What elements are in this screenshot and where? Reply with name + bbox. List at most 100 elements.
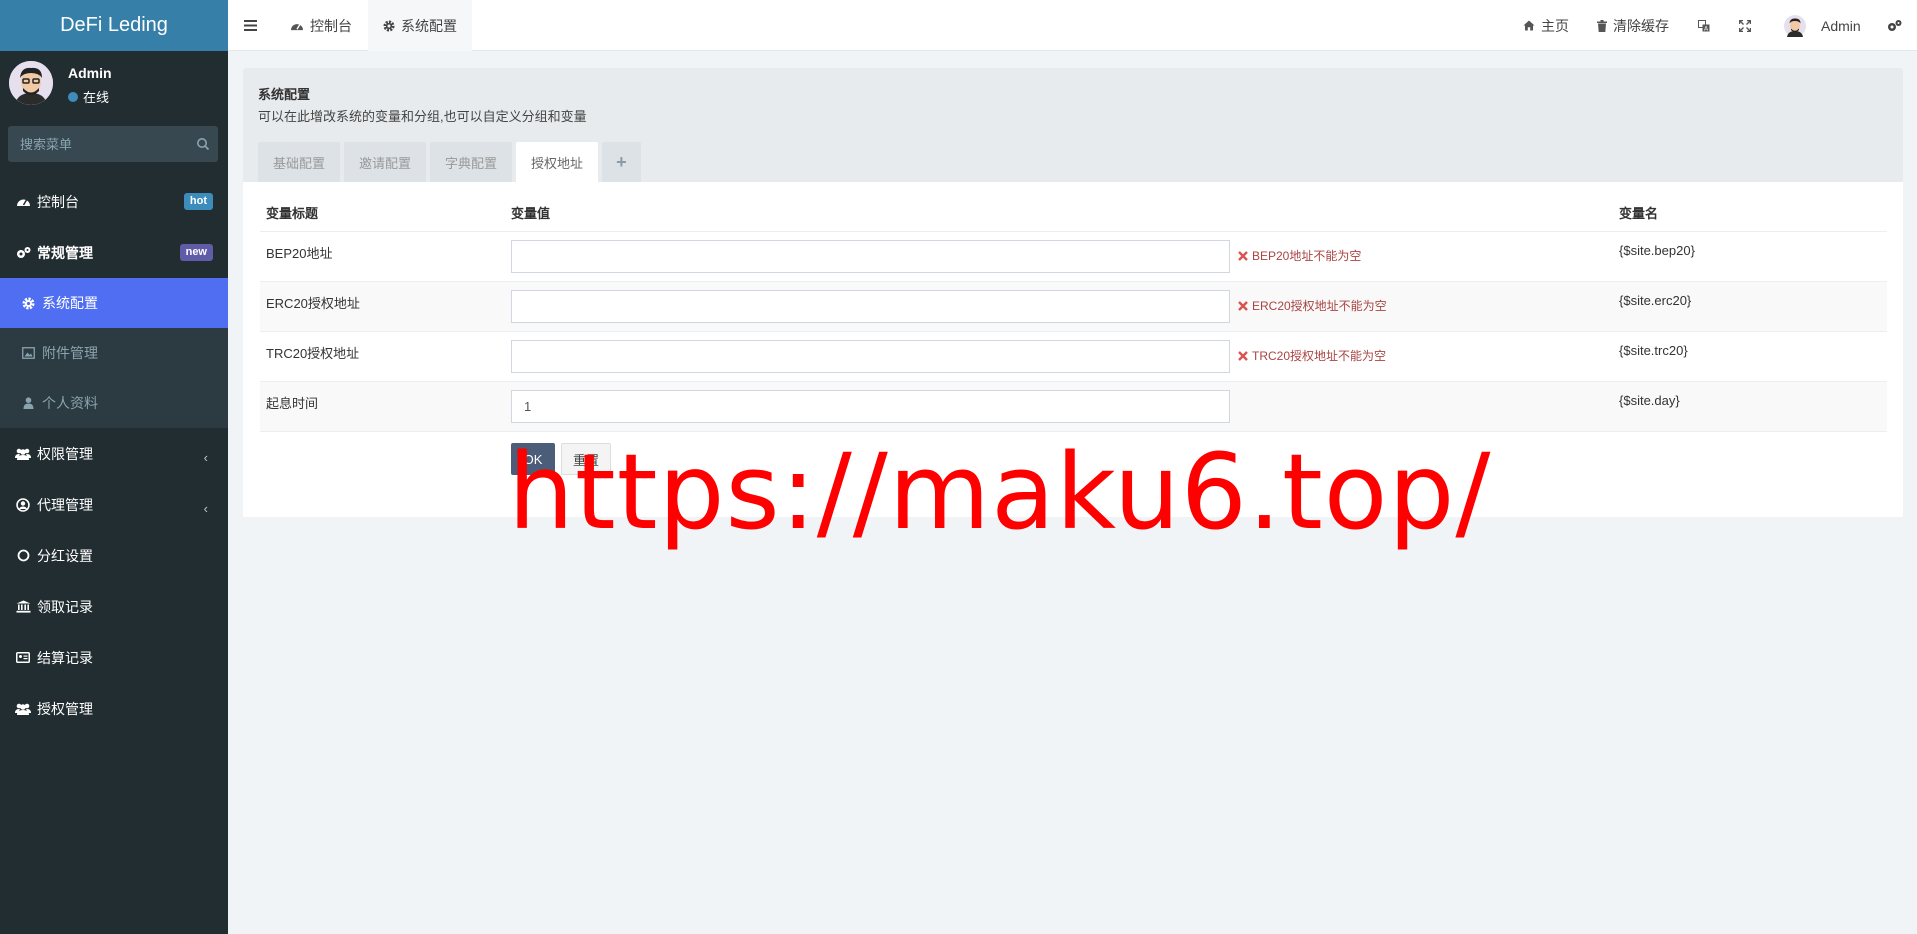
tab-label: 控制台: [310, 17, 352, 34]
dashboard-icon: [290, 20, 310, 32]
table-row: TRC20授权地址 TRC20授权地址不能为空 {$site.trc20}: [260, 331, 1887, 381]
sidebar: DeFi Leding Admin 在线 搜索菜单 控制台 hot 常规管理 n…: [0, 0, 228, 934]
sidebar-item-system-config[interactable]: 系统配置: [0, 278, 228, 328]
gear-icon: [20, 295, 36, 311]
bank-icon: [15, 599, 31, 615]
users-icon: [15, 446, 31, 462]
config-tabs: 基础配置 邀请配置 字典配置 授权地址 +: [258, 142, 645, 182]
tab-dashboard[interactable]: 控制台: [290, 0, 352, 51]
panel-heading: 系统配置 可以在此增改系统的变量和分组,也可以自定义分组和变量 基础配置 邀请配…: [243, 68, 1903, 182]
id-card-icon: [15, 650, 31, 666]
error-x-icon: [1238, 300, 1252, 311]
bep20-address-input[interactable]: [511, 240, 1230, 273]
column-header-title: 变量标题: [266, 206, 319, 221]
trash-icon: [1597, 19, 1613, 32]
avatar: [1784, 14, 1812, 37]
sidebar-item-label: 控制台: [37, 193, 79, 210]
sidebar-item-dividend[interactable]: 分红设置: [0, 530, 228, 581]
tab-invite-config[interactable]: 邀请配置: [344, 142, 427, 182]
variable-title: TRC20授权地址: [266, 346, 360, 361]
cogs-icon: [15, 245, 31, 261]
interest-start-input[interactable]: [511, 390, 1230, 423]
variable-name: {$site.bep20}: [1619, 243, 1695, 258]
user-panel: Admin 在线: [0, 51, 228, 125]
validation-error: ERC20授权地址不能为空: [1238, 297, 1387, 314]
user-circle-icon: [15, 497, 31, 513]
dashboard-icon: [15, 194, 31, 210]
fullscreen-button[interactable]: [1739, 0, 1757, 51]
home-link[interactable]: 主页: [1523, 0, 1569, 51]
translate-icon[interactable]: A: [1698, 19, 1716, 32]
error-message: TRC20授权地址不能为空: [1252, 349, 1387, 363]
hamburger-icon[interactable]: [244, 20, 263, 31]
table-row: 起息时间 {$site.day}: [260, 381, 1887, 431]
sidebar-item-authorization[interactable]: 授权管理: [0, 683, 228, 734]
user-status-label: 在线: [83, 90, 110, 105]
sidebar-item-label: 代理管理: [37, 496, 93, 513]
error-x-icon: [1238, 250, 1252, 261]
user-menu[interactable]: Admin: [1784, 0, 1861, 51]
erc20-address-input[interactable]: [511, 290, 1230, 323]
chevron-left-icon: ‹: [203, 450, 208, 465]
gear-icon: [383, 19, 401, 32]
tab-auth-address[interactable]: 授权地址: [516, 142, 599, 182]
clear-cache-button[interactable]: 清除缓存: [1597, 0, 1669, 51]
sidebar-item-label: 个人资料: [42, 395, 98, 411]
sidebar-submenu: 系统配置 附件管理 个人资料: [0, 278, 228, 428]
sidebar-item-label: 授权管理: [37, 700, 93, 717]
variable-title: BEP20地址: [266, 246, 333, 261]
search-icon[interactable]: [196, 137, 210, 151]
column-header-name: 变量名: [1619, 206, 1659, 221]
user-icon: [20, 395, 36, 411]
variable-name: {$site.trc20}: [1619, 343, 1688, 358]
sidebar-item-label: 分红设置: [37, 547, 93, 564]
sidebar-item-label: 权限管理: [37, 445, 93, 462]
sidebar-toggle[interactable]: [244, 0, 263, 51]
chevron-left-icon: ‹: [203, 501, 208, 516]
table-row: ERC20授权地址 ERC20授权地址不能为空 {$site.erc20}: [260, 281, 1887, 331]
variable-name: {$site.day}: [1619, 393, 1680, 408]
top-navbar: 控制台 系统配置 主页 清除缓存 A Admin: [228, 0, 1917, 51]
sidebar-item-attachments[interactable]: 附件管理: [0, 328, 228, 378]
validation-error: TRC20授权地址不能为空: [1238, 347, 1386, 364]
home-icon: [1523, 20, 1541, 31]
trc20-address-input[interactable]: [511, 340, 1230, 373]
add-group-button[interactable]: +: [602, 142, 641, 182]
validation-error: BEP20地址不能为空: [1238, 247, 1361, 264]
online-status-icon: [68, 91, 78, 102]
menu-search[interactable]: [8, 126, 218, 162]
home-label: 主页: [1541, 17, 1569, 34]
brand-logo[interactable]: DeFi Leding: [0, 0, 228, 51]
user-name: Admin: [68, 65, 112, 81]
tab-system-config[interactable]: 系统配置: [368, 0, 472, 51]
sidebar-item-dashboard[interactable]: 控制台 hot: [0, 176, 228, 227]
sidebar-item-settlement[interactable]: 结算记录: [0, 632, 228, 683]
watermark-overlay: https://maku6.top/: [508, 431, 1492, 553]
sidebar-item-general[interactable]: 常规管理 new: [0, 227, 228, 278]
error-message: ERC20授权地址不能为空: [1252, 299, 1387, 313]
sidebar-item-agents[interactable]: 代理管理 ‹: [0, 479, 228, 530]
sidebar-item-label: 领取记录: [37, 598, 93, 615]
menu-search-input[interactable]: [20, 136, 196, 152]
image-icon: [20, 345, 36, 361]
sidebar-item-label: 常规管理: [37, 244, 93, 261]
sidebar-item-claims[interactable]: 领取记录: [0, 581, 228, 632]
hot-badge: hot: [183, 193, 213, 210]
tab-dictionary-config[interactable]: 字典配置: [430, 142, 513, 182]
page-title: 系统配置: [258, 87, 311, 102]
users-icon: [15, 701, 31, 717]
sidebar-item-label: 结算记录: [37, 649, 93, 666]
sidebar-item-profile[interactable]: 个人资料: [0, 378, 228, 428]
variable-title: 起息时间: [266, 396, 319, 411]
language-button[interactable]: A: [1698, 0, 1716, 51]
tab-basic-config[interactable]: 基础配置: [258, 142, 341, 182]
sidebar-item-permissions[interactable]: 权限管理 ‹: [0, 428, 228, 479]
variable-name: {$site.erc20}: [1619, 293, 1692, 308]
settings-button[interactable]: [1887, 0, 1908, 51]
sidebar-item-label: 附件管理: [42, 345, 98, 361]
error-x-icon: [1238, 350, 1252, 361]
user-menu-label: Admin: [1821, 17, 1861, 34]
fullscreen-icon[interactable]: [1739, 19, 1757, 32]
cogs-icon[interactable]: [1887, 19, 1908, 33]
page-description: 可以在此增改系统的变量和分组,也可以自定义分组和变量: [258, 109, 587, 124]
